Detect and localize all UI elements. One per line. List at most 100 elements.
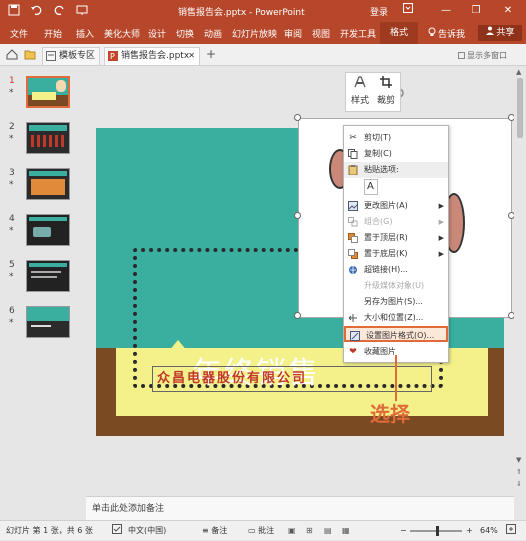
slide-sorter-icon[interactable]: ⊞: [306, 521, 313, 541]
heart-icon: ❤: [349, 347, 357, 357]
menu-item-label: 超链接(H)...: [364, 265, 408, 274]
close-tab-icon[interactable]: ✕: [188, 48, 195, 64]
scrollbar-thumb[interactable]: [517, 78, 523, 138]
zoom-slider-thumb[interactable]: [436, 526, 439, 536]
callout-line: [395, 355, 397, 401]
tab-format[interactable]: 格式: [380, 22, 418, 44]
multi-window-toggle[interactable]: 显示多窗口: [458, 50, 507, 61]
tab-file[interactable]: 文件: [10, 27, 28, 40]
login-link[interactable]: 登录: [370, 5, 388, 18]
spellcheck-icon[interactable]: [112, 521, 122, 541]
language-indicator[interactable]: 中文(中国): [128, 521, 166, 541]
slide-thumbnail-1[interactable]: [26, 76, 70, 108]
style-button[interactable]: 样式: [348, 75, 372, 106]
next-slide-icon[interactable]: ⇓: [516, 480, 522, 488]
tab-design[interactable]: 设计: [148, 27, 166, 40]
normal-view-icon[interactable]: ▣: [288, 521, 296, 541]
scroll-down-icon[interactable]: ▼: [516, 456, 521, 464]
tab-review[interactable]: 审阅: [284, 27, 302, 40]
tab-template-zone[interactable]: 模板专区: [42, 47, 100, 65]
slide-thumbnail-3[interactable]: [26, 168, 70, 200]
slide-thumbnail-5[interactable]: [26, 260, 70, 292]
comments-button[interactable]: ▭ 批注: [248, 521, 274, 541]
crop-button[interactable]: 裁剪: [374, 75, 398, 106]
notes-pane[interactable]: 单击此处添加备注: [86, 496, 514, 520]
group-icon: [348, 217, 358, 227]
comment-icon: ▭: [248, 526, 256, 535]
zoom-level[interactable]: 64%: [480, 521, 498, 541]
home-icon[interactable]: [6, 49, 18, 63]
tab-beautify[interactable]: 美化大师: [104, 27, 140, 40]
menu-item-label: 设置图片格式(O)...: [366, 331, 435, 340]
submenu-arrow-icon: ▶: [438, 202, 444, 210]
notes-label: 备注: [211, 526, 228, 535]
zoom-out-button[interactable]: −: [400, 521, 407, 541]
file-tab-label: 销售报告会.pptx: [121, 51, 190, 61]
menu-item-label: 组合(G): [364, 217, 393, 226]
slide-thumbnail-2[interactable]: [26, 122, 70, 154]
resize-handle[interactable]: [294, 212, 301, 219]
close-button[interactable]: ✕: [498, 3, 518, 19]
lightbulb-icon: [428, 27, 436, 40]
menu-item-label: 更改图片(A): [364, 201, 408, 210]
tab-transitions[interactable]: 切换: [176, 27, 194, 40]
tab-slideshow[interactable]: 幻灯片放映: [232, 27, 277, 40]
menu-item-save-as-picture[interactable]: 另存为图片(S)...: [344, 294, 448, 310]
redo-icon[interactable]: [54, 4, 66, 20]
resize-handle[interactable]: [294, 312, 301, 319]
slide-thumbnail-pane: 1 * 2 * 3 * 4 * 5 * 6 *: [0, 66, 86, 496]
save-icon[interactable]: [8, 4, 20, 20]
thumbnail-number: 1: [9, 76, 15, 86]
comments-label: 批注: [258, 526, 275, 535]
minimize-button[interactable]: —: [436, 3, 456, 19]
paste-icon: [348, 165, 358, 176]
paste-picture-icon: A: [367, 181, 374, 192]
tell-me-field[interactable]: 告诉我: [438, 27, 465, 40]
style-label: 样式: [350, 96, 369, 106]
thumbnail-star: *: [9, 180, 14, 190]
slide-thumbnail-6[interactable]: [26, 306, 70, 338]
change-picture-icon: [348, 201, 358, 211]
scroll-up-icon[interactable]: ▲: [516, 68, 521, 76]
add-tab-button[interactable]: +: [206, 47, 216, 61]
menu-item-format-picture[interactable]: 设置图片格式(O)...: [344, 326, 448, 342]
mini-toolbar: 样式 裁剪: [345, 72, 401, 112]
ribbon-tabs: 文件 开始 插入 美化大师 设计 切换 动画 幻灯片放映 审阅 视图 开发工具 …: [0, 22, 526, 44]
menu-item-change-picture[interactable]: 更改图片(A) ▶: [344, 198, 448, 214]
menu-item-cut[interactable]: ✂ 剪切(T): [344, 130, 448, 146]
resize-handle[interactable]: [294, 114, 301, 121]
ribbon-display-icon[interactable]: [398, 3, 418, 19]
menu-item-upgrade-media[interactable]: 升级媒体对象(U): [344, 278, 448, 294]
menu-item-copy[interactable]: 复制(C): [344, 146, 448, 162]
paste-picture-option[interactable]: A: [364, 179, 378, 195]
undo-icon[interactable]: [30, 4, 42, 20]
maximize-button[interactable]: ❐: [466, 3, 486, 19]
window-title: 销售报告会.pptx - PowerPoint: [178, 8, 305, 18]
previous-slide-icon[interactable]: ⇑: [516, 468, 522, 476]
vertical-scrollbar[interactable]: ▲ ▼ ⇑ ⇓: [514, 66, 526, 496]
tab-view[interactable]: 视图: [312, 27, 330, 40]
zoom-in-button[interactable]: +: [466, 521, 473, 541]
tab-home[interactable]: 开始: [44, 27, 62, 40]
menu-item-size-position[interactable]: 大小和位置(Z)...: [344, 310, 448, 326]
tab-current-file[interactable]: P 销售报告会.pptx ✕: [104, 47, 200, 65]
menu-item-bring-to-front[interactable]: 置于顶层(R) ▶: [344, 230, 448, 246]
menu-item-send-to-back[interactable]: 置于底层(K) ▶: [344, 246, 448, 262]
hyperlink-icon: [348, 265, 358, 275]
svg-text:P: P: [110, 52, 115, 61]
tab-developer[interactable]: 开发工具: [340, 27, 376, 40]
folder-icon[interactable]: [24, 49, 36, 63]
slideshow-view-icon[interactable]: ▦: [342, 521, 350, 541]
thumbnail-number: 6: [9, 306, 15, 316]
fit-to-window-icon[interactable]: [506, 521, 516, 541]
tab-animations[interactable]: 动画: [204, 27, 222, 40]
share-button[interactable]: 共享: [478, 25, 522, 41]
slide-thumbnail-4[interactable]: [26, 214, 70, 246]
present-icon[interactable]: [76, 4, 88, 20]
menu-item-hyperlink[interactable]: 超链接(H)...: [344, 262, 448, 278]
company-name-textbox[interactable]: 众昌电器股份有限公司: [152, 366, 432, 392]
menu-item-group[interactable]: 组合(G) ▶: [344, 214, 448, 230]
reading-view-icon[interactable]: ▤: [324, 521, 332, 541]
tab-insert[interactable]: 插入: [76, 27, 94, 40]
notes-button[interactable]: ≡ 备注: [202, 521, 227, 541]
